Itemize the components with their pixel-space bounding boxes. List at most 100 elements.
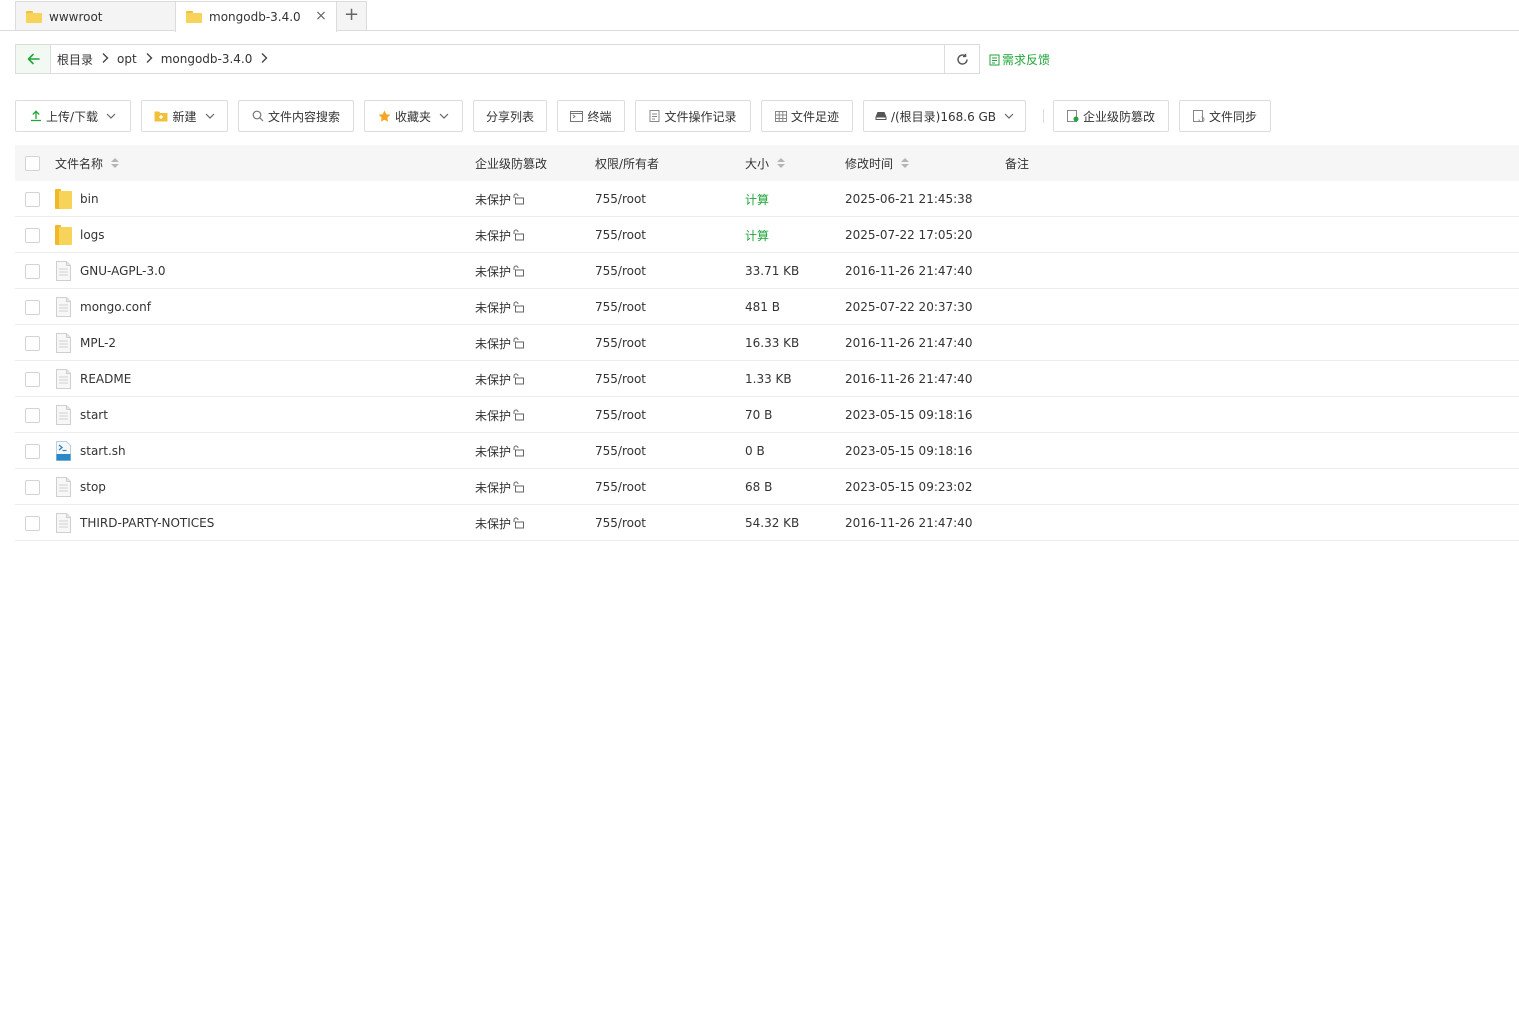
permission-owner[interactable]: 755/root [595,300,646,314]
row-checkbox[interactable] [25,228,40,243]
refresh-button[interactable] [944,45,979,73]
file-size[interactable]: 计算 [745,227,769,244]
select-all-checkbox[interactable] [25,156,40,171]
file-name[interactable]: MPL-2 [80,336,116,350]
table-row[interactable]: README 未保护 755/root 1.33 KB 2016-11-26 21:47… [15,361,1519,397]
column-header-protection-label: 企业级防篡改 [475,156,548,171]
table-row[interactable]: bin 未保护 755/root 计算 2025-06-21 21:45:38 [15,181,1519,217]
table-row[interactable]: GNU-AGPL-3.0 未保护 755/root 33.71 KB 2016-11-2… [15,253,1519,289]
tab-mongodb[interactable]: mongodb-3.4.0 × [175,1,337,32]
column-header-name[interactable]: 文件名称 [55,145,120,181]
sort-icon [777,158,786,168]
operation-log-button[interactable]: 文件操作记录 [635,100,751,132]
row-checkbox[interactable] [25,372,40,387]
permission-owner[interactable]: 755/root [595,228,646,242]
permission-owner[interactable]: 755/root [595,480,646,494]
share-list-button[interactable]: 分享列表 [473,100,547,132]
table-row[interactable]: MPL-2 未保护 755/root 16.33 KB 2016-11-26 21:47… [15,325,1519,361]
chevron-down-icon [439,113,449,119]
row-checkbox[interactable] [25,264,40,279]
unlock-icon[interactable] [513,445,525,457]
file-icon [55,297,72,317]
file-name[interactable]: stop [80,480,106,494]
permission-owner[interactable]: 755/root [595,192,646,206]
table-row[interactable]: stop 未保护 755/root 68 B 2023-05-15 09:23:02 [15,469,1519,505]
file-sync-button[interactable]: 文件同步 [1179,100,1271,132]
unlock-icon[interactable] [513,301,525,313]
permission-owner[interactable]: 755/root [595,264,646,278]
table-row[interactable]: logs 未保护 755/root 计算 2025-07-22 17:05:20 [15,217,1519,253]
file-size[interactable]: 计算 [745,191,769,208]
column-header-size[interactable]: 大小 [745,145,786,181]
row-checkbox[interactable] [25,480,40,495]
file-name[interactable]: start [80,408,108,422]
table-row[interactable]: mongo.conf 未保护 755/root 481 B 2025-07-22 20:… [15,289,1519,325]
terminal-button[interactable]: 终端 [557,100,625,132]
unlock-icon[interactable] [513,193,525,205]
permission-owner[interactable]: 755/root [595,372,646,386]
row-checkbox[interactable] [25,300,40,315]
new-button[interactable]: 新建 [141,100,228,132]
row-checkbox[interactable] [25,516,40,531]
row-checkbox[interactable] [25,192,40,207]
chevron-down-icon [1004,113,1014,119]
file-name[interactable]: mongo.conf [80,300,151,314]
file-name-cell: stop [55,469,106,505]
favorites-button[interactable]: 收藏夹 [364,100,463,132]
file-name[interactable]: GNU-AGPL-3.0 [80,264,166,278]
unlock-icon[interactable] [513,481,525,493]
breadcrumb-root[interactable]: 根目录 [57,51,93,68]
tab-wwwroot[interactable]: wwwroot [15,1,176,31]
content-search-button[interactable]: 文件内容搜索 [238,100,354,132]
file-name[interactable]: bin [80,192,99,206]
permission-owner[interactable]: 755/root [595,516,646,530]
permission-owner[interactable]: 755/root [595,444,646,458]
table-row[interactable]: start.sh 未保护 755/root 0 B 2023-05-15 09:18:1… [15,433,1519,469]
close-icon[interactable]: × [314,9,328,23]
file-name-cell: MPL-2 [55,325,116,361]
column-header-mtime[interactable]: 修改时间 [845,145,910,181]
column-header-permission-label: 权限/所有者 [595,156,660,171]
unlock-icon[interactable] [513,517,525,529]
feedback-link[interactable]: 需求反馈 [989,51,1050,68]
file-name[interactable]: README [80,372,131,386]
file-name-cell: bin [55,181,99,217]
breadcrumb-mongodb[interactable]: mongodb-3.4.0 [161,52,253,66]
file-name[interactable]: THIRD-PARTY-NOTICES [80,516,214,530]
permission-owner[interactable]: 755/root [595,336,646,350]
tab-bar: wwwroot mongodb-3.4.0 × + [0,0,1519,32]
tab-label: wwwroot [49,9,103,24]
modified-time: 2025-07-22 20:37:30 [845,300,973,314]
unlock-icon[interactable] [513,373,525,385]
file-name[interactable]: start.sh [80,444,126,458]
feedback-label: 需求反馈 [1002,53,1051,67]
mtime-cell: 2023-05-15 09:23:02 [845,469,972,505]
file-size: 33.71 KB [745,264,800,278]
folder-icon [55,189,72,209]
table-row[interactable]: start 未保护 755/root 70 B 2023-05-15 09:18:16 [15,397,1519,433]
folder-icon [55,225,72,245]
unlock-icon[interactable] [513,337,525,349]
footprint-button[interactable]: 文件足迹 [761,100,853,132]
mtime-cell: 2016-11-26 21:47:40 [845,325,972,361]
row-checkbox[interactable] [25,336,40,351]
unlock-icon[interactable] [513,265,525,277]
file-name-cell: start [55,397,108,433]
table-row[interactable]: THIRD-PARTY-NOTICES 未保护 755/root 54.32 KB 20… [15,505,1519,541]
back-button[interactable] [16,45,51,73]
permission-owner[interactable]: 755/root [595,408,646,422]
breadcrumb-opt[interactable]: opt [117,52,137,66]
file-name[interactable]: logs [80,228,105,242]
row-checkbox[interactable] [25,444,40,459]
unlock-icon[interactable] [513,229,525,241]
tamper-proof-button[interactable]: 企业级防篡改 [1053,100,1169,132]
row-checkbox[interactable] [25,408,40,423]
chevron-right-icon [252,52,276,67]
column-header-protection: 企业级防篡改 [475,145,547,181]
upload-download-button[interactable]: 上传/下载 [15,100,131,132]
unlock-icon[interactable] [513,409,525,421]
sort-icon [901,158,910,168]
disk-selector[interactable]: /(根目录)168.6 GB [863,100,1026,132]
add-tab-button[interactable]: + [336,1,367,31]
protection-status: 未保护 [475,228,512,243]
